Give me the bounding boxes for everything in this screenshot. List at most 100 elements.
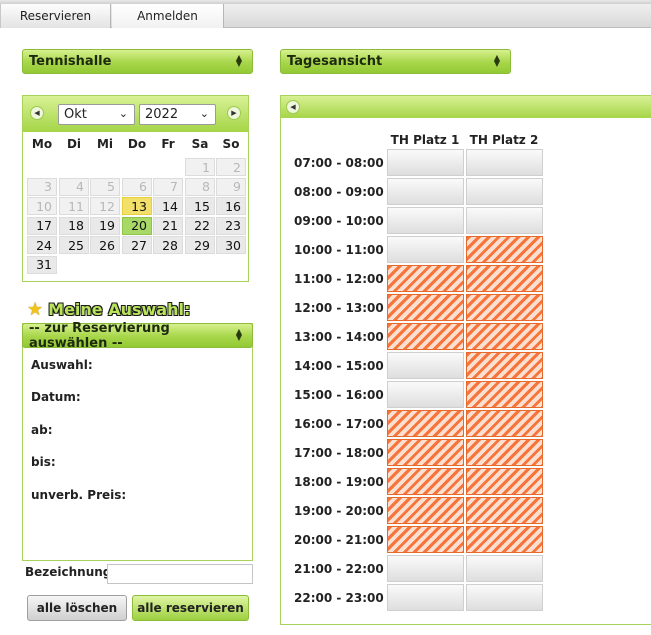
my-selection-title-text: Meine Auswahl:	[48, 299, 191, 319]
month-select[interactable]: Okt ⌄	[58, 104, 135, 125]
top-tab-bar: Reservieren Anmelden	[0, 0, 651, 28]
calendar-day[interactable]: 17	[27, 216, 57, 235]
free-slot[interactable]	[466, 555, 543, 582]
reserve-all-button[interactable]: alle reservieren	[132, 595, 249, 621]
calendar-day[interactable]: 4	[59, 177, 89, 196]
booked-slot[interactable]	[466, 352, 543, 379]
free-slot[interactable]	[387, 555, 464, 582]
calendar-day[interactable]: 13	[122, 197, 152, 215]
calendar-day[interactable]: 31	[27, 255, 57, 274]
calendar-day[interactable]: 19	[90, 216, 120, 235]
chevron-down-icon: ⌄	[118, 107, 128, 120]
calendar-day[interactable]: 5	[90, 177, 120, 196]
booked-slot[interactable]	[387, 526, 464, 553]
free-slot[interactable]	[387, 352, 464, 379]
free-slot[interactable]	[387, 236, 464, 263]
free-slot[interactable]	[387, 207, 464, 234]
calendar-day[interactable]: 11	[59, 197, 89, 215]
calendar-header: ◀ Okt ⌄ 2022 ⌄ ▶	[23, 96, 248, 132]
booked-slot[interactable]	[466, 381, 543, 408]
calendar-day[interactable]: 3	[27, 177, 57, 196]
calendar-day[interactable]: 10	[27, 197, 57, 215]
calendar-day[interactable]: 8	[185, 177, 215, 196]
chevron-down-icon: ⌄	[199, 107, 209, 120]
free-slot[interactable]	[387, 149, 464, 176]
calendar-day[interactable]: 12	[90, 197, 120, 215]
booked-slot[interactable]	[466, 236, 543, 263]
booked-slot[interactable]	[387, 294, 464, 321]
schedule-header: ◀	[281, 96, 651, 118]
booked-slot[interactable]	[387, 265, 464, 292]
my-selection-title: ★ Meine Auswahl:	[27, 298, 190, 320]
year-select[interactable]: 2022 ⌄	[139, 104, 216, 125]
calendar-day[interactable]: 18	[59, 216, 89, 235]
booked-slot[interactable]	[466, 468, 543, 495]
free-slot[interactable]	[387, 381, 464, 408]
time-slot-label: 14:00 - 15:00	[294, 359, 384, 373]
prev-day-icon[interactable]: ◀	[286, 100, 300, 114]
booked-slot[interactable]	[466, 323, 543, 350]
calendar-day[interactable]: 24	[27, 236, 57, 254]
calendar-day[interactable]: 6	[122, 177, 152, 196]
free-slot[interactable]	[466, 584, 543, 611]
facility-select-value: Tennishalle	[29, 54, 112, 69]
free-slot[interactable]	[466, 149, 543, 176]
booked-slot[interactable]	[466, 526, 543, 553]
field-auswahl: Auswahl:	[31, 358, 93, 372]
time-slot-label: 11:00 - 12:00	[294, 272, 384, 286]
view-select-value: Tagesansicht	[287, 54, 383, 69]
booked-slot[interactable]	[387, 468, 464, 495]
clear-all-button[interactable]: alle löschen	[27, 595, 127, 621]
calendar-day[interactable]: 15	[185, 197, 215, 215]
free-slot[interactable]	[466, 178, 543, 205]
calendar-day[interactable]: 1	[185, 158, 215, 176]
booked-slot[interactable]	[466, 410, 543, 437]
time-slot-label: 10:00 - 11:00	[294, 243, 384, 257]
calendar-day[interactable]: 14	[153, 197, 183, 215]
designation-input[interactable]	[107, 564, 253, 584]
facility-select[interactable]: Tennishalle ▲ ▼	[22, 49, 253, 74]
calendar-day[interactable]: 30	[216, 236, 246, 254]
booked-slot[interactable]	[466, 294, 543, 321]
day-schedule: ◀ TH Platz 1 TH Platz 2 07:00 - 08:00 08:…	[280, 95, 651, 625]
booked-slot[interactable]	[466, 265, 543, 292]
calendar-day[interactable]: 20	[122, 216, 152, 235]
month-select-value: Okt	[64, 107, 87, 122]
time-slot-label: 07:00 - 08:00	[294, 156, 384, 170]
reservation-select[interactable]: -- zur Reservierung auswählen -- ▲ ▼	[22, 321, 253, 351]
time-slot-label: 09:00 - 10:00	[294, 214, 384, 228]
updown-arrows-icon: ▲ ▼	[235, 53, 242, 68]
booked-slot[interactable]	[387, 410, 464, 437]
free-slot[interactable]	[387, 584, 464, 611]
weekday-label: Fr	[161, 137, 175, 151]
calendar-day[interactable]: 16	[216, 197, 246, 215]
next-month-icon[interactable]: ▶	[227, 106, 241, 120]
calendar-day[interactable]: 23	[216, 216, 246, 235]
calendar-day[interactable]: 7	[153, 177, 183, 196]
calendar-day[interactable]: 29	[185, 236, 215, 254]
calendar-day[interactable]: 26	[90, 236, 120, 254]
free-slot[interactable]	[387, 178, 464, 205]
weekday-label: Mo	[31, 137, 53, 151]
booked-slot[interactable]	[387, 497, 464, 524]
time-slot-label: 22:00 - 23:00	[294, 591, 384, 605]
view-select[interactable]: Tagesansicht ▲ ▼	[280, 49, 511, 74]
calendar-day[interactable]: 27	[122, 236, 152, 254]
booked-slot[interactable]	[466, 497, 543, 524]
prev-month-icon[interactable]: ◀	[30, 106, 44, 120]
calendar-day[interactable]: 22	[185, 216, 215, 235]
calendar-day[interactable]: 21	[153, 216, 183, 235]
booked-slot[interactable]	[466, 439, 543, 466]
time-slot-label: 17:00 - 18:00	[294, 446, 384, 460]
calendar-day[interactable]: 9	[216, 177, 246, 196]
calendar-day[interactable]: 2	[216, 158, 246, 176]
time-slot-label: 13:00 - 14:00	[294, 330, 384, 344]
calendar-day[interactable]: 25	[59, 236, 89, 254]
tab-reservieren[interactable]: Reservieren	[0, 4, 111, 28]
free-slot[interactable]	[466, 207, 543, 234]
calendar-day[interactable]: 28	[153, 236, 183, 254]
tab-anmelden[interactable]: Anmelden	[112, 4, 224, 28]
booked-slot[interactable]	[387, 439, 464, 466]
court-header: TH Platz 2	[469, 133, 539, 147]
booked-slot[interactable]	[387, 323, 464, 350]
